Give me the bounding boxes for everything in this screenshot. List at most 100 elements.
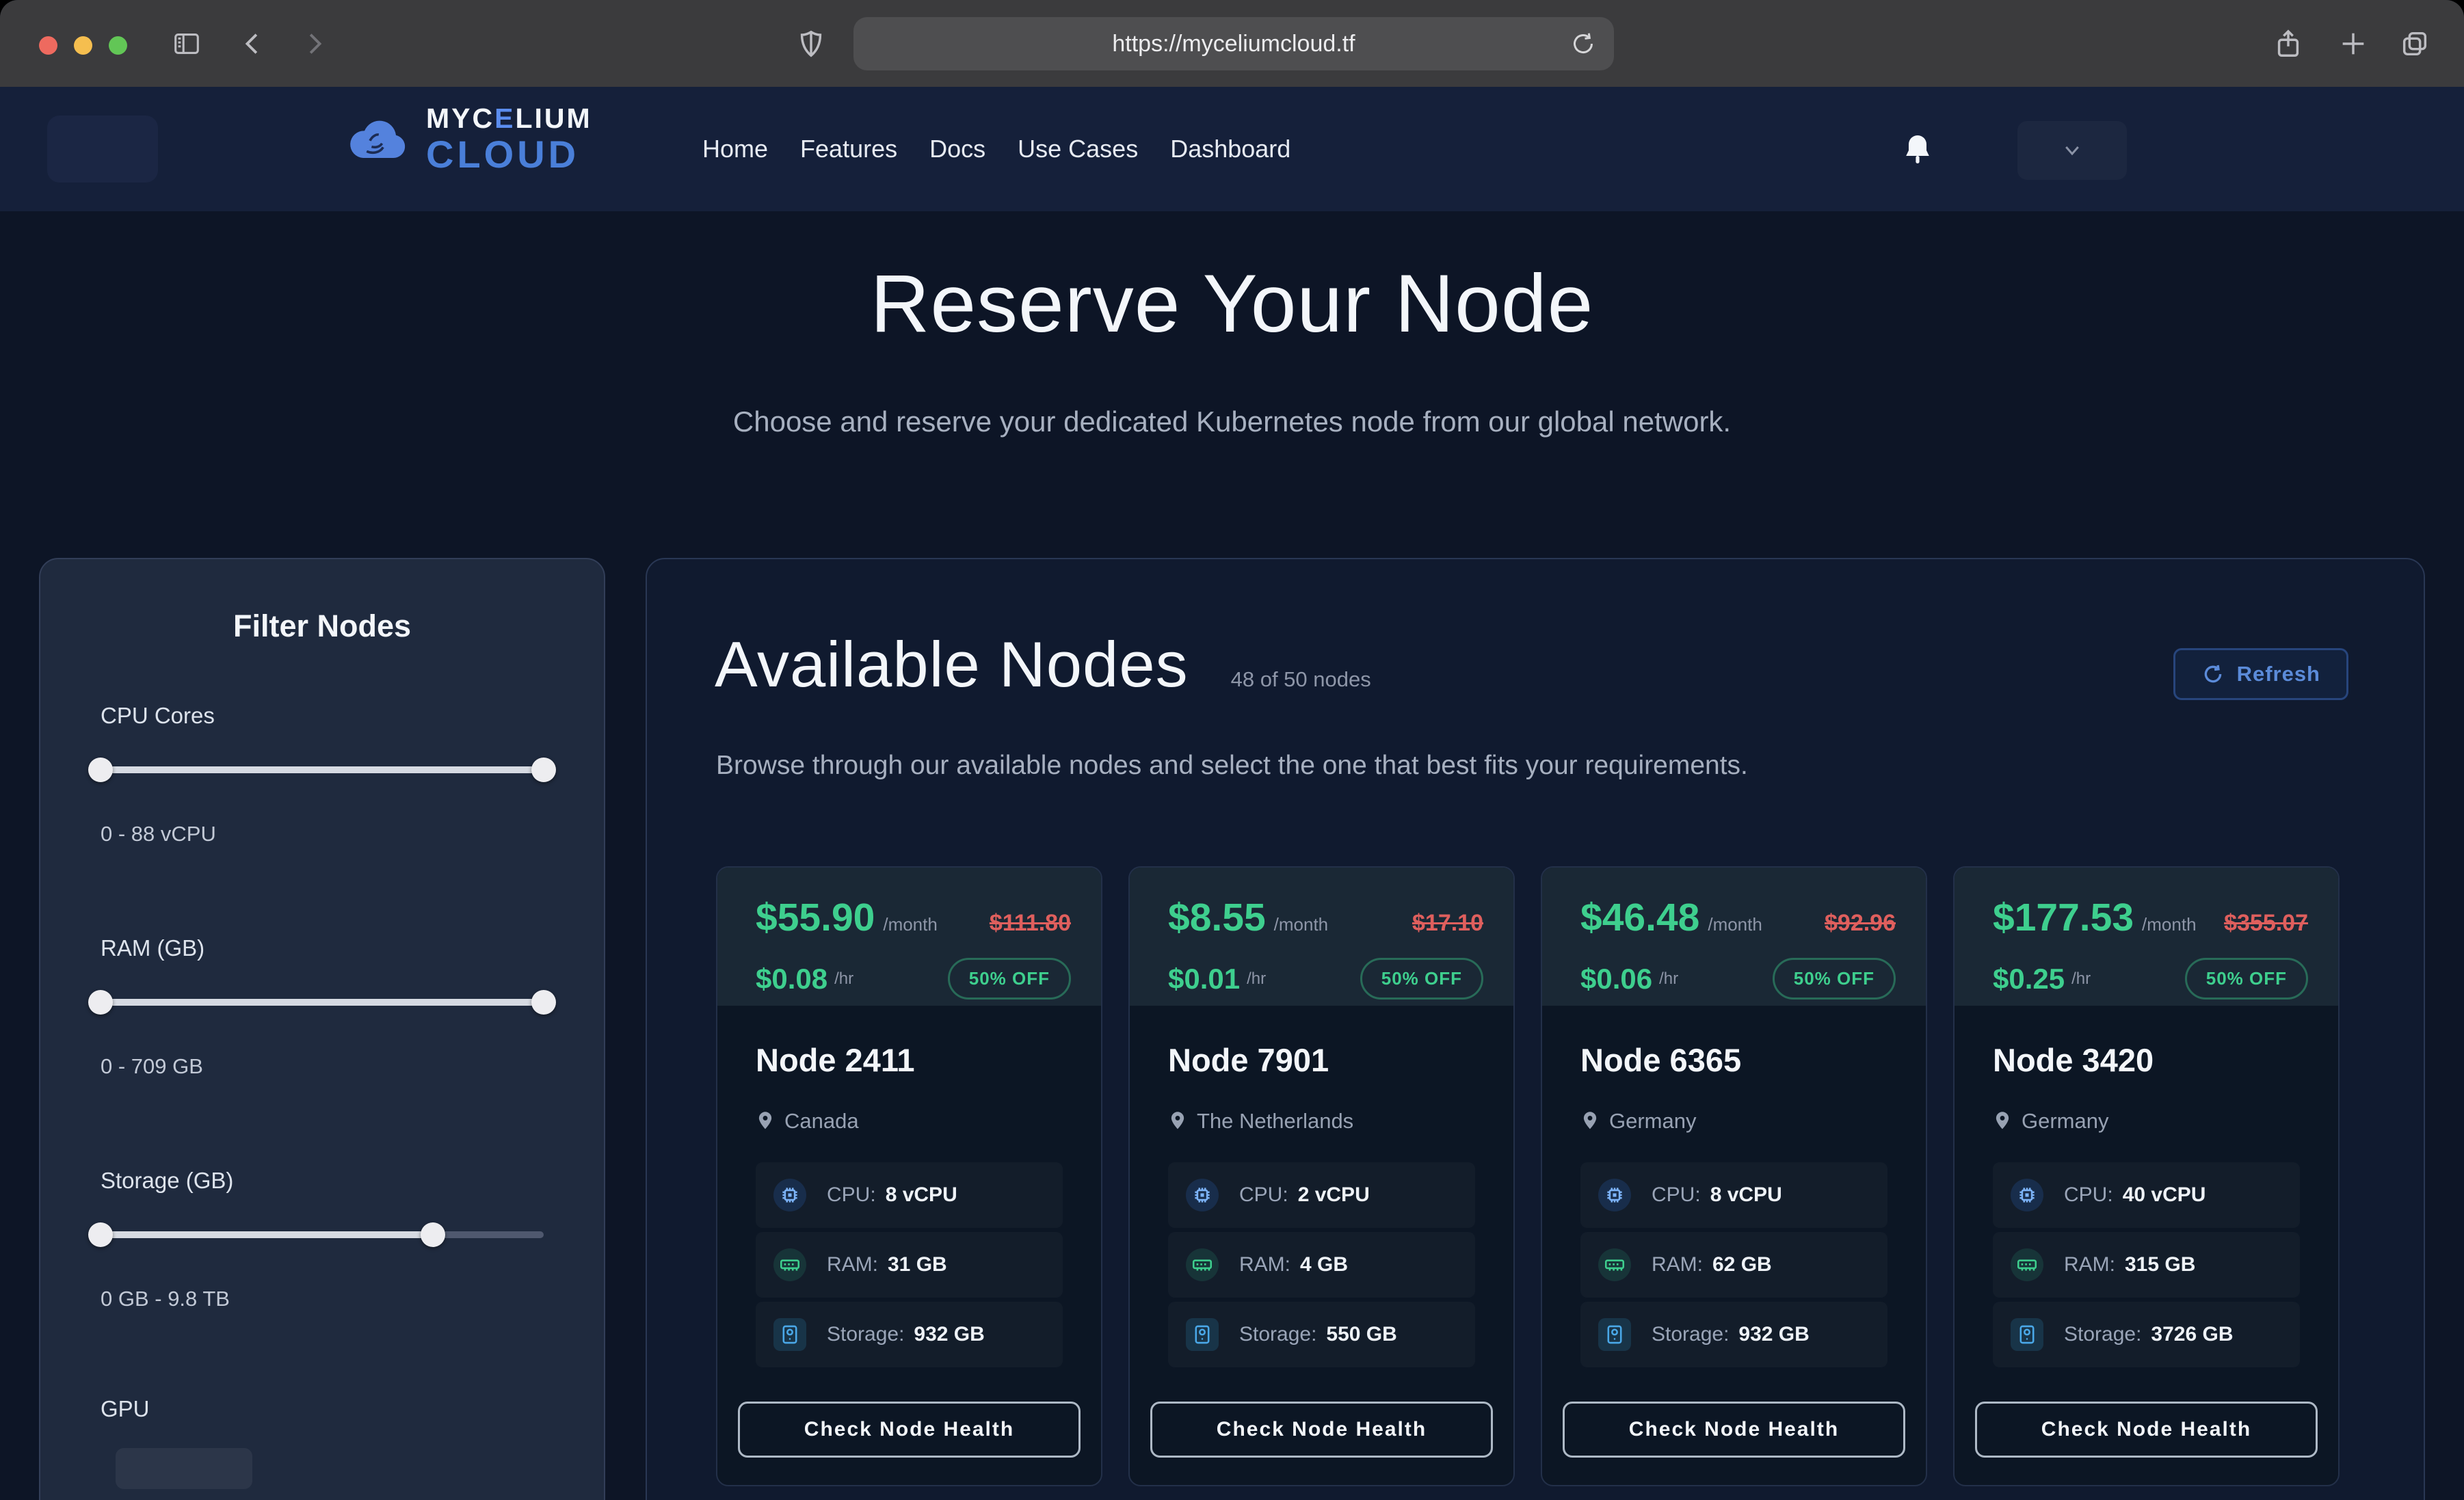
location-pin-icon	[1993, 1110, 2012, 1132]
original-price: $92.96	[1825, 910, 1896, 937]
ram-icon	[1186, 1248, 1219, 1281]
per-hour-label: /hr	[834, 969, 853, 989]
cloud-brain-logo-icon	[345, 106, 411, 172]
storage-spec-row: Storage: 550 GB	[1168, 1302, 1475, 1367]
spec-value: 8 vCPU	[886, 1183, 957, 1207]
cpu-spec-row: CPU: 8 vCPU	[1580, 1162, 1887, 1228]
node-card[interactable]: $8.55 /month $17.10 $0.01 /hr 50% OFF No…	[1128, 866, 1515, 1486]
spec-value: 8 vCPU	[1710, 1183, 1782, 1207]
filter-panel: Filter Nodes CPU Cores 0 - 88 vCPU RAM (…	[39, 558, 605, 1500]
node-location: Germany	[1609, 1109, 1696, 1134]
node-count: 48 of 50 nodes	[1231, 667, 1371, 692]
nav-link-dashboard[interactable]: Dashboard	[1170, 135, 1290, 163]
ram-icon	[773, 1248, 806, 1281]
nav-link-features[interactable]: Features	[800, 135, 897, 163]
discount-badge: 50% OFF	[948, 958, 1071, 1000]
pricing-header: $8.55 /month $17.10 $0.01 /hr 50% OFF	[1130, 868, 1513, 1006]
discount-badge: 50% OFF	[1773, 958, 1896, 1000]
spec-label: CPU:	[827, 1183, 876, 1207]
monthly-price: $177.53	[1993, 895, 2134, 940]
hourly-price: $0.08	[756, 963, 827, 995]
refresh-button[interactable]: Refresh	[2173, 648, 2348, 700]
node-location: Canada	[784, 1109, 859, 1134]
cpu-icon	[1186, 1179, 1219, 1211]
node-name: Node 7901	[1168, 1041, 1475, 1079]
spec-label: CPU:	[2064, 1183, 2113, 1207]
monthly-price: $46.48	[1580, 895, 1699, 940]
storage-icon	[2011, 1318, 2043, 1351]
nav-link-docs[interactable]: Docs	[929, 135, 985, 163]
cpu-icon	[773, 1179, 806, 1211]
filter-storage: Storage (GB) 0 GB - 9.8 TB	[101, 1168, 544, 1311]
pricing-header: $177.53 /month $355.07 $0.25 /hr 50% OFF	[1955, 868, 2338, 1006]
new-tab-icon[interactable]	[2335, 26, 2371, 62]
node-name: Node 2411	[756, 1041, 1063, 1079]
available-nodes-panel: Available Nodes 48 of 50 nodes Refresh B…	[646, 558, 2425, 1500]
brand-logo[interactable]: MYCELIUM CLOUD	[345, 105, 592, 174]
slider-handle-max[interactable]	[421, 1222, 445, 1247]
browser-toolbar	[0, 0, 2464, 87]
site-navbar: MYCELIUM CLOUD Home Features Docs Use Ca…	[0, 87, 2464, 211]
cpu-spec-row: CPU: 8 vCPU	[756, 1162, 1063, 1228]
address-bar[interactable]	[853, 17, 1614, 70]
url-input[interactable]	[853, 31, 1552, 57]
filter-cpu-cores: CPU Cores 0 - 88 vCPU	[101, 703, 544, 846]
check-node-health-button[interactable]: Check Node Health	[1975, 1402, 2318, 1458]
spec-value: 932 GB	[1738, 1323, 1809, 1346]
location-pin-icon	[756, 1110, 775, 1132]
notification-bell-icon[interactable]	[1901, 132, 1934, 168]
cpu-range-slider[interactable]	[101, 756, 544, 784]
zoom-button[interactable]	[109, 36, 127, 55]
ram-icon	[2011, 1248, 2043, 1281]
spec-value: 62 GB	[1712, 1253, 1772, 1276]
user-menu[interactable]	[2017, 121, 2127, 180]
nav-link-home[interactable]: Home	[702, 135, 768, 163]
page-title: Reserve Your Node	[0, 256, 2464, 351]
close-button[interactable]	[39, 36, 57, 55]
original-price: $355.07	[2224, 910, 2308, 937]
ram-icon	[1598, 1248, 1631, 1281]
filter-gpu-label: GPU	[101, 1396, 150, 1422]
slider-handle-max[interactable]	[531, 758, 556, 782]
ram-spec-row: RAM: 315 GB	[1993, 1232, 2300, 1298]
gpu-control-partial[interactable]	[116, 1448, 252, 1489]
nav-link-use-cases[interactable]: Use Cases	[1018, 135, 1138, 163]
check-node-health-button[interactable]: Check Node Health	[738, 1402, 1081, 1458]
storage-icon	[1598, 1318, 1631, 1351]
sidebar-toggle-icon[interactable]	[169, 26, 204, 62]
back-button[interactable]	[236, 26, 271, 62]
filter-range-text: 0 - 709 GB	[101, 1054, 544, 1079]
slider-handle-min[interactable]	[88, 1222, 113, 1247]
hourly-price: $0.06	[1580, 963, 1652, 995]
spec-label: RAM:	[1652, 1253, 1703, 1276]
storage-range-slider[interactable]	[101, 1221, 544, 1248]
pricing-header: $46.48 /month $92.96 $0.06 /hr 50% OFF	[1542, 868, 1926, 1006]
spec-value: 4 GB	[1300, 1253, 1348, 1276]
node-card[interactable]: $177.53 /month $355.07 $0.25 /hr 50% OFF…	[1953, 866, 2340, 1486]
spec-label: RAM:	[2064, 1253, 2115, 1276]
shield-icon[interactable]	[793, 26, 829, 62]
node-card[interactable]: $55.90 /month $111.80 $0.08 /hr 50% OFF …	[716, 866, 1102, 1486]
reload-icon[interactable]	[1552, 30, 1614, 57]
forward-button[interactable]	[295, 26, 331, 62]
node-card[interactable]: $46.48 /month $92.96 $0.06 /hr 50% OFF N…	[1541, 866, 1927, 1486]
per-month-label: /month	[1274, 914, 1329, 935]
hourly-price: $0.25	[1993, 963, 2065, 995]
per-hour-label: /hr	[2071, 969, 2091, 989]
minimize-button[interactable]	[74, 36, 92, 55]
slider-handle-max[interactable]	[531, 990, 556, 1015]
slider-handle-min[interactable]	[88, 758, 113, 782]
storage-spec-row: Storage: 932 GB	[1580, 1302, 1887, 1367]
discount-badge: 50% OFF	[1360, 958, 1483, 1000]
tab-overview-icon[interactable]	[2397, 26, 2433, 62]
check-node-health-button[interactable]: Check Node Health	[1150, 1402, 1493, 1458]
slider-handle-min[interactable]	[88, 990, 113, 1015]
check-node-health-button[interactable]: Check Node Health	[1563, 1402, 1905, 1458]
spec-label: Storage:	[827, 1323, 904, 1346]
hero-section: Reserve Your Node Choose and reserve you…	[0, 211, 2464, 438]
spec-label: RAM:	[1239, 1253, 1290, 1276]
filter-label: Storage (GB)	[101, 1168, 544, 1194]
share-icon[interactable]	[2270, 26, 2306, 62]
spec-label: Storage:	[2064, 1323, 2141, 1346]
ram-range-slider[interactable]	[101, 989, 544, 1016]
